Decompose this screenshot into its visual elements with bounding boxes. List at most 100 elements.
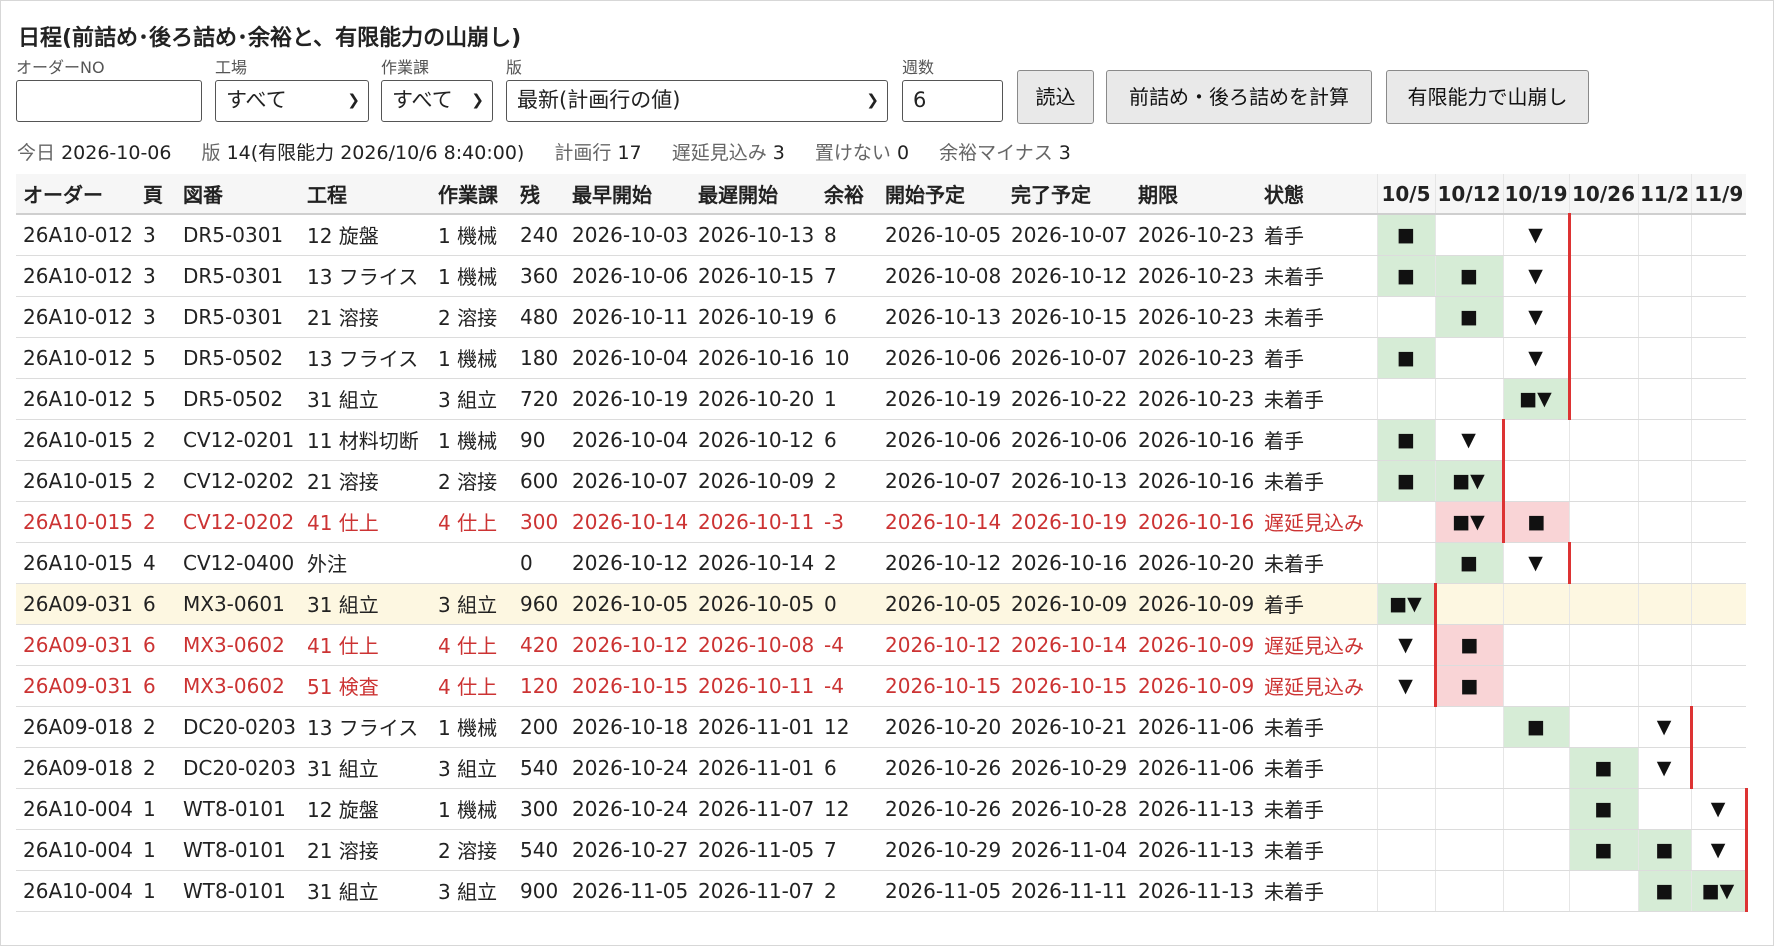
- cell-order: 26A10-015: [16, 501, 136, 543]
- gantt-week-cell: [1568, 583, 1638, 625]
- table-row[interactable]: 26A09-018 2 DC20-0203 31 組立 3 組立 540 2026-10-2…: [16, 747, 1746, 789]
- cell-earliest-start: 2026-10-19: [565, 378, 691, 420]
- gantt-week-cell: [1434, 583, 1503, 625]
- cell-drawing: DR5-0502: [176, 378, 300, 420]
- version-select[interactable]: 最新(計画行の値) ❯: [506, 80, 888, 122]
- cell-process: 41 仕上: [300, 624, 431, 666]
- version-field: 版 最新(計画行の値) ❯: [506, 58, 888, 122]
- finite-capacity-level-button[interactable]: 有限能力で山崩し: [1386, 70, 1589, 124]
- version-label: 版: [506, 58, 523, 77]
- table-row[interactable]: 26A09-018 2 DC20-0203 13 フライス 1 機械 200 2026-10…: [16, 706, 1746, 748]
- cell-earliest-start: 2026-10-04: [565, 419, 691, 461]
- table-row[interactable]: 26A09-031 6 MX3-0602 41 仕上 4 仕上 420 2026-10-12…: [16, 624, 1746, 666]
- cell-slack: 6: [817, 419, 878, 461]
- chevron-down-icon: ❯: [471, 91, 484, 109]
- cell-section: 2 溶接: [431, 460, 513, 502]
- cell-order: 26A09-031: [16, 665, 136, 707]
- table-row[interactable]: 26A10-015 2 CV12-0202 41 仕上 4 仕上 300 2026-10-1…: [16, 501, 1746, 543]
- gantt-week-cell: [1502, 747, 1569, 789]
- cell-latest-start: 2026-11-05: [691, 829, 817, 871]
- order-no-field: オーダーNO: [16, 58, 202, 122]
- cell-remaining: 960: [513, 583, 565, 625]
- gantt-week-cell: [1690, 583, 1746, 625]
- week-header: 11/2: [1637, 174, 1691, 215]
- table-row[interactable]: 26A10-015 4 CV12-0400 外注 0 2026-10-12 2026-10-…: [16, 542, 1746, 584]
- table-row[interactable]: 26A10-012 3 DR5-0301 12 旋盤 1 機械 240 2026-10-03…: [16, 214, 1746, 256]
- column-header-earliest-start: 最早開始: [565, 174, 691, 215]
- cell-section: 3 組立: [431, 583, 513, 625]
- cell-section: 2 溶接: [431, 829, 513, 871]
- gantt-week-cell: ■: [1502, 706, 1569, 748]
- load-button[interactable]: 読込: [1017, 70, 1094, 124]
- section-select-value: すべて: [392, 88, 453, 112]
- cell-due: 2026-10-23: [1131, 337, 1257, 379]
- cell-earliest-start: 2026-10-05: [565, 583, 691, 625]
- gantt-week-cell: ▼: [1637, 747, 1693, 789]
- gantt-week-cell: ■: [1637, 829, 1691, 871]
- gantt-week-cell: ■: [1434, 296, 1503, 338]
- table-row[interactable]: 26A09-031 6 MX3-0601 31 組立 3 組立 960 2026-10-05…: [16, 583, 1746, 625]
- cell-earliest-start: 2026-10-15: [565, 665, 691, 707]
- cell-page: 2: [136, 747, 176, 789]
- cell-earliest-start: 2026-10-03: [565, 214, 691, 256]
- gantt-week-cell: ■: [1434, 624, 1503, 666]
- gantt-week-cell: [1637, 501, 1691, 543]
- table-row[interactable]: 26A10-012 5 DR5-0502 13 フライス 1 機械 180 2026-10-…: [16, 337, 1746, 379]
- cell-status: 未着手: [1257, 870, 1377, 912]
- gantt-week-cell: [1376, 501, 1435, 543]
- cell-due: 2026-11-06: [1131, 747, 1257, 789]
- table-row[interactable]: 26A09-031 6 MX3-0602 51 検査 4 仕上 120 2026-10-15…: [16, 665, 1746, 707]
- gantt-week-cell: [1637, 583, 1691, 625]
- factory-label: 工場: [215, 58, 248, 77]
- cell-planned-finish: 2026-10-22: [1004, 378, 1131, 420]
- cell-slack: 7: [817, 829, 878, 871]
- gantt-week-cell: [1690, 214, 1746, 256]
- cell-status: 着手: [1257, 337, 1377, 379]
- table-row[interactable]: 26A10-012 3 DR5-0301 13 フライス 1 機械 360 2026-10-…: [16, 255, 1746, 297]
- cell-section: 3 組立: [431, 870, 513, 912]
- table-row[interactable]: 26A10-015 2 CV12-0202 21 溶接 2 溶接 600 2026-10-0…: [16, 460, 1746, 502]
- order-no-input[interactable]: [16, 80, 202, 122]
- cell-status: 未着手: [1257, 706, 1377, 748]
- summary-bar: 今日 2026-10-06 版 14(有限能力 2026/10/6 8:40:0…: [17, 138, 1071, 164]
- table-row[interactable]: 26A10-012 5 DR5-0502 31 組立 3 組立 720 2026-10-19…: [16, 378, 1746, 420]
- cell-planned-start: 2026-10-14: [878, 501, 1004, 543]
- cell-drawing: DR5-0301: [176, 255, 300, 297]
- section-select[interactable]: すべて ❯: [381, 80, 493, 122]
- table-row[interactable]: 26A10-004 1 WT8-0101 31 組立 3 組立 900 2026-11-05…: [16, 870, 1748, 912]
- gantt-week-cell: ■▼: [1434, 501, 1505, 543]
- cell-process: 31 組立: [300, 583, 431, 625]
- cell-process: 外注: [300, 542, 431, 584]
- slack-minus-value: 3: [1058, 142, 1071, 164]
- cell-planned-finish: 2026-10-29: [1004, 747, 1131, 789]
- table-row[interactable]: 26A10-004 1 WT8-0101 12 旋盤 1 機械 300 2026-10-24…: [16, 788, 1748, 830]
- factory-field: 工場 すべて ❯: [215, 58, 369, 122]
- cell-slack: 8: [817, 214, 878, 256]
- calc-forward-backward-button[interactable]: 前詰め・後ろ詰めを計算: [1106, 70, 1372, 124]
- weeks-input[interactable]: 6: [902, 80, 1003, 122]
- table-row[interactable]: 26A10-015 2 CV12-0201 11 材料切断 1 機械 90 2026-10-…: [16, 419, 1746, 461]
- gantt-week-cell: [1690, 296, 1746, 338]
- gantt-week-cell: [1637, 214, 1691, 256]
- gantt-week-cell: [1376, 870, 1435, 912]
- cell-drawing: DR5-0301: [176, 214, 300, 256]
- cell-due: 2026-10-09: [1131, 665, 1257, 707]
- week-header: 10/12: [1434, 174, 1503, 215]
- cell-order: 26A10-004: [16, 870, 136, 912]
- unplaced-label: 置けない: [814, 142, 891, 164]
- cell-order: 26A10-004: [16, 788, 136, 830]
- cell-section: 1 機械: [431, 788, 513, 830]
- cell-remaining: 180: [513, 337, 565, 379]
- gantt-week-cell: [1568, 296, 1638, 338]
- cell-slack: 7: [817, 255, 878, 297]
- cell-remaining: 600: [513, 460, 565, 502]
- gantt-week-cell: [1376, 747, 1435, 789]
- cell-latest-start: 2026-10-19: [691, 296, 817, 338]
- table-row[interactable]: 26A10-012 3 DR5-0301 21 溶接 2 溶接 480 2026-10-11…: [16, 296, 1746, 338]
- order-no-label: オーダーNO: [16, 58, 105, 77]
- table-row[interactable]: 26A10-004 1 WT8-0101 21 溶接 2 溶接 540 2026-10-27…: [16, 829, 1748, 871]
- cell-due: 2026-11-06: [1131, 706, 1257, 748]
- factory-select[interactable]: すべて ❯: [215, 80, 369, 122]
- gantt-week-cell: ■: [1376, 460, 1435, 502]
- cell-planned-finish: 2026-11-11: [1004, 870, 1131, 912]
